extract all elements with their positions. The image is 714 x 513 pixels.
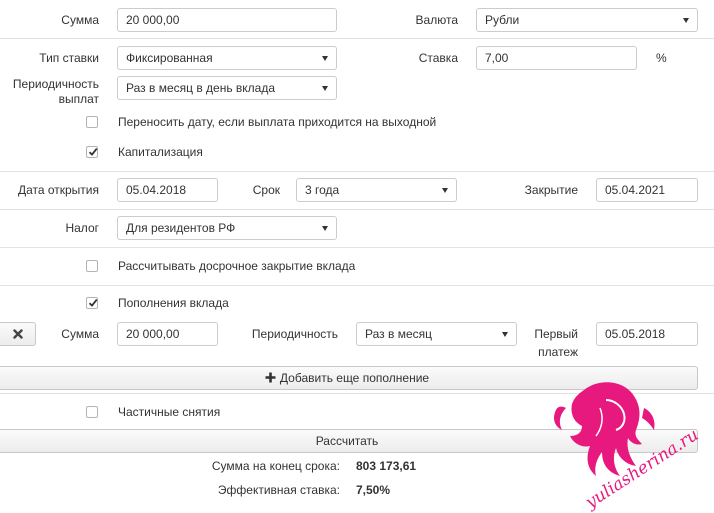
open-date-input[interactable]: 05.04.2018 [117, 178, 218, 202]
tax-select[interactable]: Для резидентов РФ [117, 216, 337, 240]
divider [0, 285, 714, 286]
divider [0, 171, 714, 172]
first-payment-label-line1: Первый [534, 327, 578, 341]
tax-select-value: Для резидентов РФ [126, 221, 236, 235]
first-payment-label: Первый платеж [520, 327, 578, 359]
rate-type-select-value: Фиксированная [126, 51, 213, 65]
move-date-label[interactable]: Переносить дату, если выплата приходится… [118, 115, 436, 129]
payout-label: Периодичность выплат [0, 77, 99, 106]
effective-rate-value: 7,50% [356, 483, 391, 497]
rate-unit: % [656, 51, 667, 65]
move-date-checkbox[interactable] [86, 116, 98, 128]
capitalization-label[interactable]: Капитализация [118, 145, 203, 159]
watermark-logo: yuliasherina.ru [536, 378, 714, 513]
open-date-label: Дата открытия [17, 183, 99, 197]
topups-checkbox[interactable] [86, 297, 98, 309]
withdrawals-label[interactable]: Частичные снятия [118, 405, 220, 419]
payout-label-line2: выплат [58, 92, 99, 106]
term-label: Срок [252, 183, 280, 197]
withdrawals-checkbox[interactable] [86, 406, 98, 418]
term-select[interactable]: 3 года [296, 178, 457, 202]
rate-input[interactable]: 7,00 [476, 46, 637, 70]
topup-period-select-value: Раз в месяц [365, 327, 432, 341]
add-topup-label: Добавить еще пополнение [279, 371, 430, 385]
tax-label: Налог [65, 221, 99, 235]
topup-period-select[interactable]: Раз в месяц [356, 322, 517, 346]
divider [0, 209, 714, 210]
checkmark-icon [88, 299, 98, 307]
divider [0, 247, 714, 248]
amount-label: Сумма [61, 13, 99, 27]
total-label: Сумма на конец срока: [211, 459, 340, 473]
payout-select[interactable]: Раз в месяц в день вклада [117, 76, 337, 100]
first-payment-label-line2: платеж [538, 345, 578, 359]
close-date-label: Закрытие [524, 183, 578, 197]
term-select-value: 3 года [305, 183, 340, 197]
remove-topup-button[interactable] [0, 322, 36, 346]
currency-select[interactable]: Рубли [476, 8, 698, 32]
early-close-checkbox[interactable] [86, 260, 98, 272]
close-date-input[interactable]: 05.04.2021 [596, 178, 698, 202]
capitalization-checkbox[interactable] [86, 146, 98, 158]
plus-icon [265, 372, 276, 383]
effective-rate-label: Эффективная ставка: [217, 483, 340, 497]
amount-input[interactable]: 20 000,00 [117, 8, 337, 32]
topup-amount-input[interactable]: 20 000,00 [117, 322, 218, 346]
rate-type-select[interactable]: Фиксированная [117, 46, 337, 70]
payout-label-line1: Периодичность [12, 77, 99, 91]
payout-select-value: Раз в месяц в день вклада [126, 81, 276, 95]
close-icon [13, 329, 23, 339]
first-payment-input[interactable]: 05.05.2018 [596, 322, 698, 346]
topups-label[interactable]: Пополнения вклада [118, 296, 229, 310]
topup-amount-label: Сумма [61, 327, 99, 341]
divider [0, 38, 714, 39]
rate-type-label: Тип ставки [39, 51, 99, 65]
currency-label: Валюта [415, 13, 458, 27]
total-value: 803 173,61 [356, 459, 417, 473]
early-close-label[interactable]: Рассчитывать досрочное закрытие вклада [118, 259, 355, 273]
rate-label: Ставка [418, 51, 458, 65]
currency-select-value: Рубли [485, 13, 520, 27]
topup-period-label: Периодичность [251, 327, 338, 341]
checkmark-icon [88, 148, 98, 156]
